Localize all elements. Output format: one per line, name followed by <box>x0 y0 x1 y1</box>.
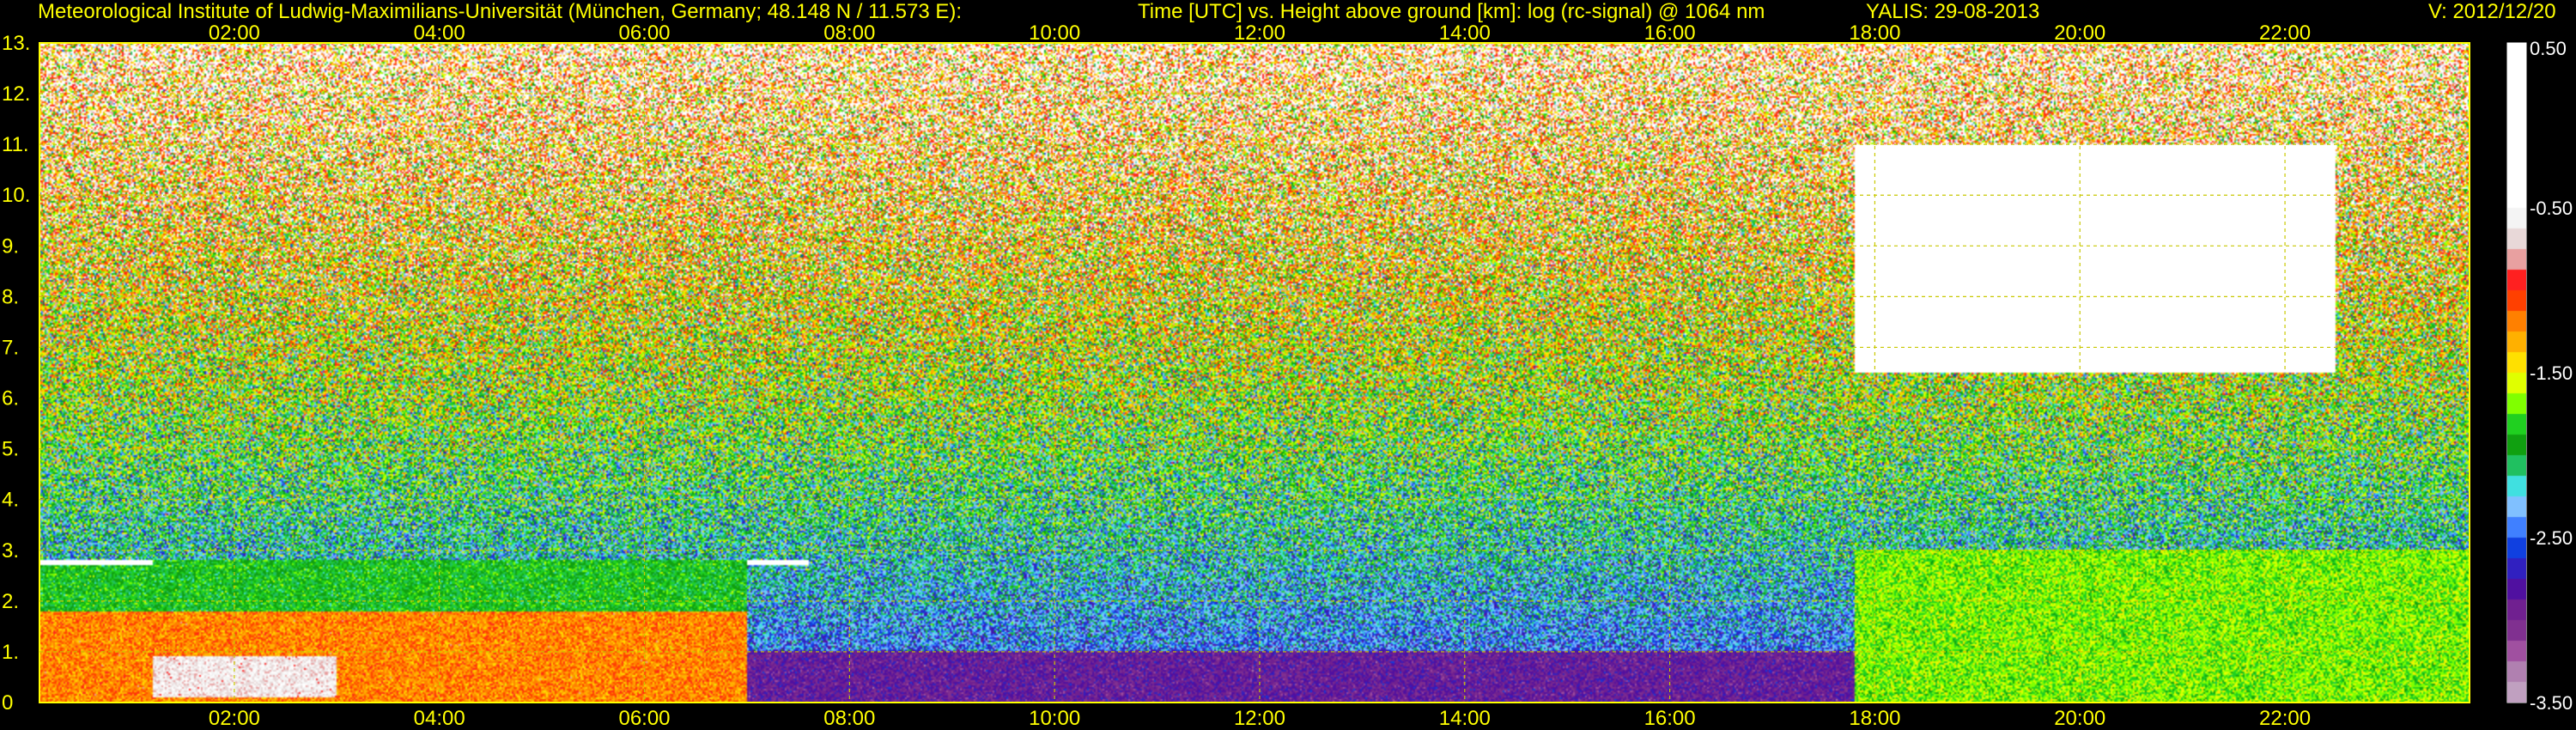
x-tick-label-top: 22:00 <box>2259 21 2311 45</box>
y-tick-label: 9. <box>2 234 19 258</box>
y-tick-label: 12. <box>2 82 30 106</box>
x-tick-label-bottom: 18:00 <box>1849 707 1900 730</box>
x-tick-label-top: 06:00 <box>618 21 670 45</box>
y-tick-label: 13. <box>2 32 30 55</box>
x-tick-label-bottom: 04:00 <box>414 707 465 730</box>
y-tick-label: 0 <box>2 691 13 715</box>
colorbar-tick-label: -1.50 <box>2530 362 2573 384</box>
y-tick-label: 11. <box>2 133 29 156</box>
y-tick-label: 8. <box>2 285 19 308</box>
y-tick-label: 10. <box>2 184 30 207</box>
y-tick-label: 2. <box>2 590 19 613</box>
x-tick-label-bottom: 08:00 <box>823 707 875 730</box>
x-tick-label-top: 04:00 <box>414 21 465 45</box>
x-tick-label-bottom: 12:00 <box>1234 707 1285 730</box>
x-tick-label-bottom: 16:00 <box>1644 707 1696 730</box>
x-tick-label-top: 12:00 <box>1234 21 1285 45</box>
y-tick-label: 5. <box>2 438 19 461</box>
x-tick-label-bottom: 20:00 <box>2054 707 2105 730</box>
colorbar <box>2507 43 2526 703</box>
x-tick-label-bottom: 06:00 <box>618 707 670 730</box>
x-tick-label-top: 18:00 <box>1849 21 1900 45</box>
x-tick-label-bottom: 22:00 <box>2259 707 2311 730</box>
colorbar-tick-label: -0.50 <box>2530 198 2573 219</box>
colorbar-tick-label: 0.50 <box>2530 38 2567 59</box>
plot-frame <box>39 42 2470 703</box>
x-tick-label-bottom: 02:00 <box>209 707 260 730</box>
x-tick-label-top: 20:00 <box>2054 21 2105 45</box>
chart-axes: 02:00 02:00 04:00 04:00 06:00 06:00 08:00 08:00… <box>2 21 2573 730</box>
y-tick-label: 4. <box>2 489 19 512</box>
x-tick-label-top: 10:00 <box>1029 21 1080 45</box>
x-tick-label-top: 02:00 <box>209 21 260 45</box>
x-tick-label-bottom: 14:00 <box>1439 707 1491 730</box>
x-tick-label-top: 14:00 <box>1439 21 1491 45</box>
colorbar-tick-label: -3.50 <box>2530 692 2573 714</box>
colorbar-tick-label: -2.50 <box>2530 527 2573 549</box>
x-tick-label-top: 08:00 <box>823 21 875 45</box>
y-tick-label: 3. <box>2 539 19 563</box>
y-tick-label: 7. <box>2 336 19 359</box>
x-tick-label-top: 16:00 <box>1644 21 1696 45</box>
y-tick-label: 1. <box>2 641 19 664</box>
x-tick-label-bottom: 10:00 <box>1029 707 1080 730</box>
y-tick-label: 6. <box>2 387 19 411</box>
